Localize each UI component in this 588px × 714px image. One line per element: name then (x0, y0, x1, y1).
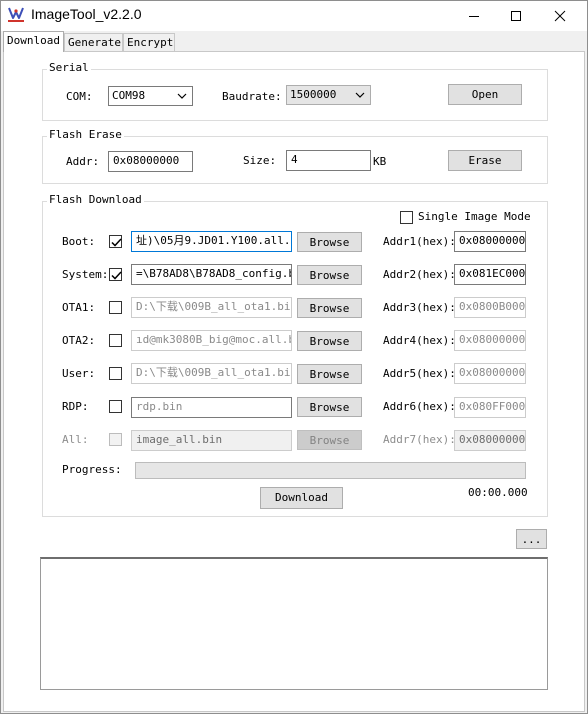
single-image-mode-label: Single Image Mode (418, 210, 531, 223)
boot-label: Boot: (62, 235, 96, 248)
erase-addr-input[interactable]: 0x08000000 (108, 151, 193, 172)
ota1-label: OTA1: (62, 301, 96, 314)
boot-browse-button[interactable]: Browse (297, 232, 362, 252)
all-label: All: (62, 433, 89, 446)
erase-size-label: Size: (243, 154, 277, 167)
erase-size-input[interactable]: 4 (286, 150, 371, 171)
flash-erase-group-title: Flash Erase (47, 128, 124, 141)
minimize-button[interactable] (452, 1, 496, 31)
app-logo-icon (7, 6, 25, 24)
ota2-label: OTA2: (62, 334, 96, 347)
maximize-button[interactable] (494, 1, 538, 31)
addr3-label: Addr3(hex): (383, 301, 456, 314)
ota1-browse-button[interactable]: Browse (297, 298, 362, 318)
all-browse-button[interactable]: Browse (297, 430, 362, 450)
tab-encrypt[interactable]: Encrypt (123, 33, 175, 51)
erase-button[interactable]: Erase (448, 150, 522, 171)
maximize-icon (511, 11, 521, 21)
check-icon (111, 238, 122, 247)
user-label: User: (62, 367, 96, 380)
chevron-down-icon (177, 93, 187, 99)
all-checkbox[interactable] (109, 433, 122, 446)
boot-checkbox[interactable] (109, 235, 122, 248)
addr2-input[interactable]: 0x081EC000 (454, 264, 526, 285)
addr1-input[interactable]: 0x08000000 (454, 231, 526, 252)
single-image-mode-checkbox[interactable] (400, 211, 413, 224)
addr2-label: Addr2(hex): (383, 268, 456, 281)
baudrate-select[interactable]: 1500000 (286, 85, 371, 105)
system-browse-button[interactable]: Browse (297, 265, 362, 285)
system-path-input[interactable]: =\B78AD8\B78AD8_config.bin (131, 264, 292, 285)
erase-size-unit: KB (373, 155, 387, 168)
rdp-checkbox[interactable] (109, 400, 122, 413)
minimize-icon (469, 16, 479, 17)
addr1-label: Addr1(hex): (383, 235, 456, 248)
close-icon (554, 10, 566, 22)
addr4-label: Addr4(hex): (383, 334, 456, 347)
download-button[interactable]: Download (260, 487, 343, 509)
check-icon (111, 271, 122, 280)
com-select-value: COM98 (112, 89, 146, 102)
addr7-label: Addr7(hex): (383, 433, 456, 446)
progress-bar (135, 462, 526, 479)
user-path-input[interactable]: D:\下载\009B_all_ota1.bin (131, 363, 292, 384)
ota1-checkbox[interactable] (109, 301, 122, 314)
window-title: ImageTool_v2.2.0 (31, 6, 142, 22)
erase-addr-label: Addr: (66, 155, 100, 168)
rdp-label: RDP: (62, 400, 89, 413)
rdp-browse-button[interactable]: Browse (297, 397, 362, 417)
baudrate-label: Baudrate: (222, 90, 282, 103)
user-checkbox[interactable] (109, 367, 122, 380)
ota1-path-input[interactable]: D:\下载\009B_all_ota1.bin (131, 297, 292, 318)
baudrate-select-value: 1500000 (290, 88, 337, 101)
rdp-path-input[interactable]: rdp.bin (131, 397, 292, 418)
tab-generate[interactable]: Generate (64, 33, 123, 51)
com-select[interactable]: COM98 (108, 86, 193, 106)
system-checkbox[interactable] (109, 268, 122, 281)
addr5-input[interactable]: 0x08000000 (454, 363, 526, 384)
elapsed-time: 00:00.000 (468, 486, 528, 499)
tab-download[interactable]: Download (3, 31, 64, 52)
system-label: System: (62, 268, 109, 281)
close-button[interactable] (538, 1, 582, 31)
progress-label: Progress: (62, 463, 122, 476)
user-browse-button[interactable]: Browse (297, 364, 362, 384)
boot-path-input[interactable]: 址)\05月9.JD01.Y100.all.bin (131, 231, 292, 252)
addr5-label: Addr5(hex): (383, 367, 456, 380)
addr6-input[interactable]: 0x080FF000 (454, 397, 526, 418)
addr6-label: Addr6(hex): (383, 400, 456, 413)
log-output[interactable] (40, 557, 548, 690)
addr3-input[interactable]: 0x0800B000 (454, 297, 526, 318)
addr4-input[interactable]: 0x08000000 (454, 330, 526, 351)
ota2-path-input[interactable]: ıd@mk3080B_big@moc.all.bin (131, 330, 292, 351)
addr7-input[interactable]: 0x08000000 (454, 430, 526, 451)
flash-download-group-title: Flash Download (47, 193, 144, 206)
chevron-down-icon (355, 92, 365, 98)
open-button[interactable]: Open (448, 84, 522, 105)
more-button[interactable]: ... (516, 529, 547, 549)
all-path-input[interactable]: image_all.bin (131, 430, 292, 451)
ota2-browse-button[interactable]: Browse (297, 331, 362, 351)
com-label: COM: (66, 90, 93, 103)
serial-group-title: Serial (47, 61, 91, 74)
ota2-checkbox[interactable] (109, 334, 122, 347)
